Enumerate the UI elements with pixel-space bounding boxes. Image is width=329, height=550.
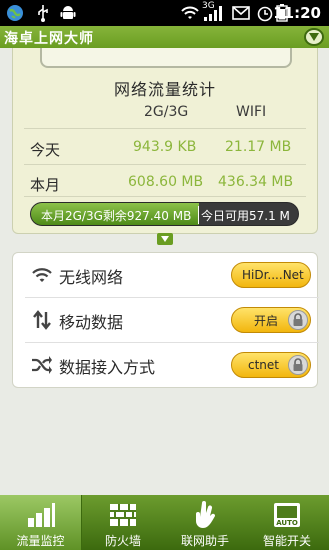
chevron-down-icon <box>309 33 319 41</box>
svg-text:AUTO: AUTO <box>276 519 298 527</box>
quota-today-text: 今日可用57.1 M <box>201 209 290 223</box>
android-icon <box>60 4 76 22</box>
mail-icon <box>232 4 250 22</box>
wifi-network-switch[interactable]: HiDr....Net <box>231 262 311 288</box>
quota-divider <box>198 206 199 224</box>
chevron-down-icon <box>161 236 169 242</box>
usb-icon <box>36 4 50 22</box>
shuffle-icon <box>31 355 53 375</box>
access-method-switch[interactable]: ctnet <box>231 352 311 378</box>
row-divider <box>24 128 306 129</box>
column-header-mobile: 2G/3G <box>144 104 189 120</box>
mobile-data-label: 移动数据 <box>59 313 124 332</box>
tab-label: 防火墙 <box>104 534 141 548</box>
signal-icon: 3G <box>202 1 226 22</box>
auto-switch-icon: AUTO <box>272 501 302 529</box>
list-item-access-point[interactable]: 数据接入方式 ctnet <box>13 343 319 387</box>
globe-icon <box>6 4 24 22</box>
quota-remaining-text: 本月2G/3G剩余927.40 MB <box>41 209 192 223</box>
wifi-network-value: HiDr....Net <box>242 268 304 282</box>
stats-title: 网络流量统计 <box>113 80 216 99</box>
mobile-data-value: 开启 <box>254 313 279 328</box>
tab-traffic-monitor[interactable]: 流量监控 <box>0 495 82 550</box>
list-item-mobile-data[interactable]: 移动数据 开启 <box>13 298 319 342</box>
app-title: 海卓上网大师 <box>4 31 94 47</box>
tab-firewall[interactable]: 防火墙 <box>82 495 164 550</box>
tab-network-assistant[interactable]: 联网助手 <box>164 495 246 550</box>
title-bar: 海卓上网大师 <box>0 26 329 48</box>
wifi-label: 无线网络 <box>59 268 124 287</box>
data-arrows-icon <box>31 310 53 330</box>
row-label-today: 今天 <box>30 141 61 159</box>
quota-bar: 本月2G/3G剩余927.40 MB 今日可用57.1 M <box>30 202 299 226</box>
column-header-wifi: WIFI <box>236 104 267 120</box>
today-mobile-value: 943.9 KB <box>133 139 197 155</box>
row-label-month: 本月 <box>30 176 61 194</box>
today-wifi-value: 21.17 MB <box>225 139 292 155</box>
hand-icon <box>190 501 220 529</box>
bar-chart-icon <box>26 501 56 529</box>
bottom-navigation: 流量监控 防火墙 联网助手 AUTO 智能开关 <box>0 495 329 550</box>
list-item-wifi[interactable]: 无线网络 HiDr....Net <box>13 253 319 297</box>
card-header-tab <box>40 48 292 68</box>
clock: 11:20 <box>273 4 321 22</box>
wifi-icon <box>180 4 200 22</box>
row-divider <box>24 196 306 197</box>
firewall-icon <box>108 501 138 529</box>
mobile-data-switch[interactable]: 开启 <box>231 307 311 333</box>
month-wifi-value: 436.34 MB <box>218 174 294 190</box>
lock-icon <box>288 355 308 375</box>
menu-button[interactable] <box>304 28 324 46</box>
alarm-icon <box>256 4 274 22</box>
tab-label: 智能开关 <box>262 534 311 548</box>
settings-list: 无线网络 HiDr....Net 移动数据 开启 数据接入方式 ctnet <box>12 252 319 388</box>
status-bar: 3G 11:20 <box>0 0 329 26</box>
row-divider <box>24 164 306 165</box>
tab-label: 联网助手 <box>180 534 229 548</box>
wifi-icon <box>31 265 53 285</box>
tab-smart-switch[interactable]: AUTO 智能开关 <box>246 495 328 550</box>
access-method-label: 数据接入方式 <box>59 358 156 377</box>
access-method-value: ctnet <box>248 358 279 372</box>
network-type-label: 3G <box>202 1 215 11</box>
month-mobile-value: 608.60 MB <box>128 174 204 190</box>
expand-button[interactable] <box>157 233 173 245</box>
tab-label: 流量监控 <box>16 534 65 548</box>
lock-icon <box>288 310 308 330</box>
